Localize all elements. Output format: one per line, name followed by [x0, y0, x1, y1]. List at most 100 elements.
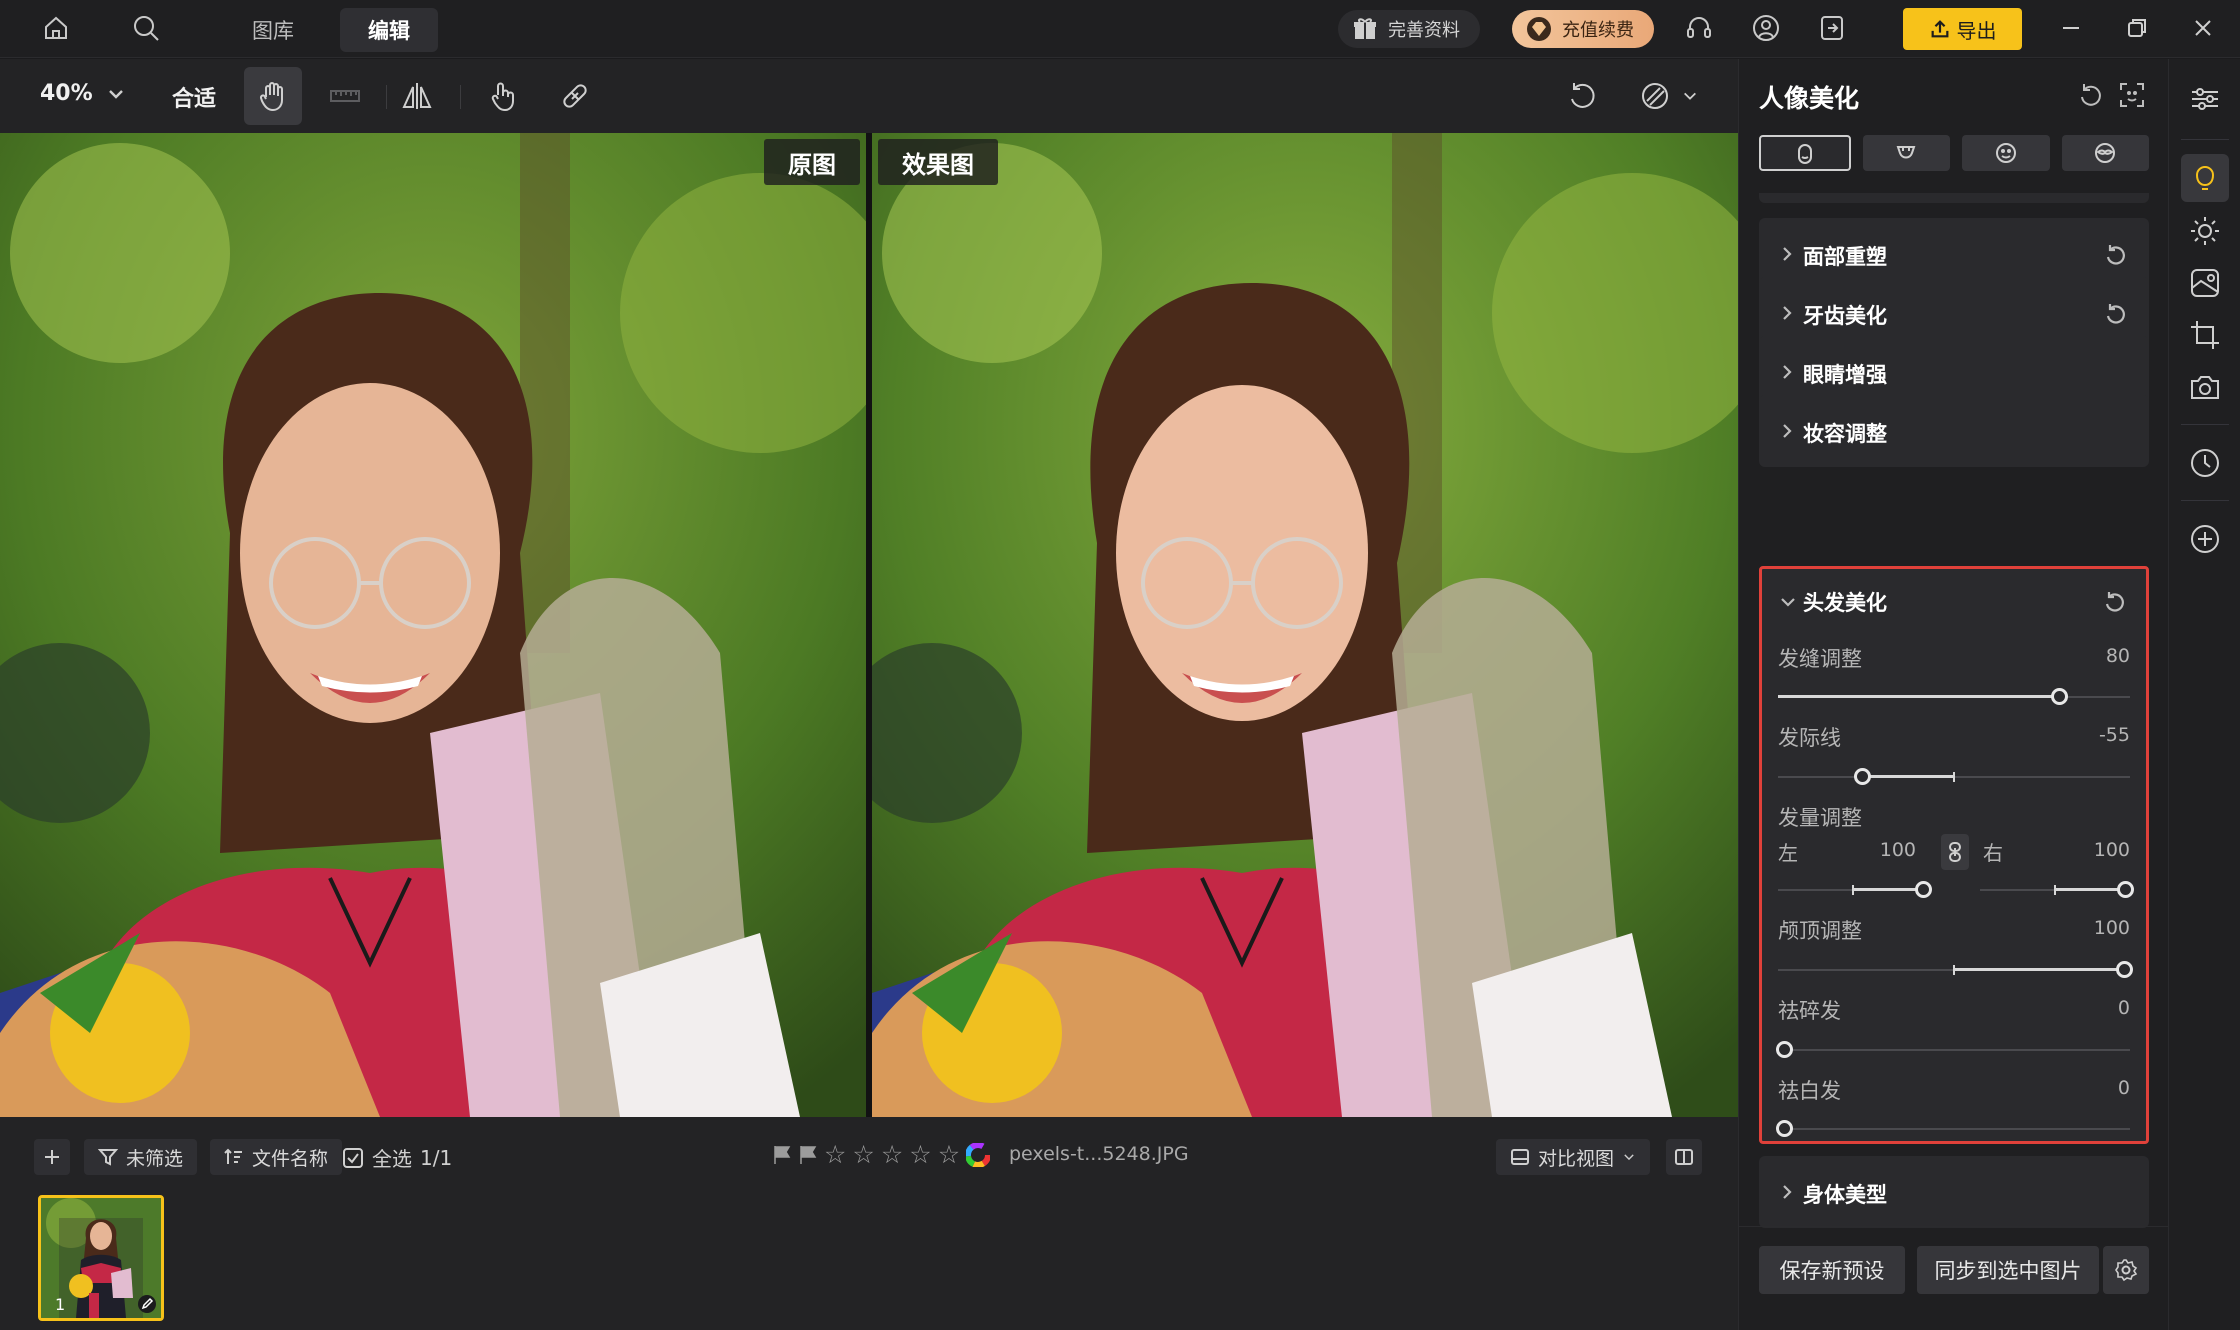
tab-expression[interactable] — [1962, 135, 2050, 171]
light-tool-button[interactable] — [2181, 207, 2229, 255]
flip-tool-button[interactable] — [388, 67, 446, 125]
adjust-panel: 人像美化 面部重塑 牙齿美化 眼睛增强 妆容调整 头发美化 发缝调整 80 发际… — [1738, 59, 2169, 1330]
image-canvas[interactable]: 原图 效果图 — [0, 133, 1738, 1117]
crown-slider-value: 100 — [2093, 917, 2130, 939]
face-detect-icon[interactable] — [2118, 81, 2146, 109]
fit-button[interactable]: 合适 — [172, 81, 216, 113]
slider-center-tick — [1953, 965, 1955, 975]
add-tool-button[interactable] — [2181, 515, 2229, 563]
home-icon[interactable] — [36, 8, 76, 48]
camera-tool-button[interactable] — [2181, 363, 2229, 411]
complete-profile-label: 完善资料 — [1388, 20, 1460, 41]
chevron-down-icon — [108, 89, 123, 99]
sort-button[interactable]: 文件名称 — [210, 1139, 343, 1175]
reset-icon[interactable] — [2103, 242, 2129, 268]
reset-icon[interactable] — [2103, 301, 2129, 327]
slider-knob[interactable] — [1854, 768, 1871, 785]
star-icon[interactable]: ☆ — [881, 1142, 903, 1167]
crop-tool-button[interactable] — [2181, 311, 2229, 359]
reset-icon[interactable] — [2102, 589, 2128, 615]
slider-knob[interactable] — [2117, 881, 2134, 898]
section-makeup[interactable]: 妆容调整 — [1759, 395, 2149, 467]
restore-icon[interactable] — [2117, 8, 2157, 48]
slider-fill — [1858, 775, 1954, 778]
volume-right-slider[interactable] — [1980, 881, 2134, 898]
add-photo-button[interactable] — [34, 1139, 70, 1175]
slider-center-tick — [2054, 885, 2056, 895]
slider-center-tick — [1953, 772, 1955, 782]
user-account-icon[interactable] — [1746, 8, 1786, 48]
ruler-tool-button[interactable] — [316, 67, 374, 125]
hand-tool-button[interactable] — [244, 67, 302, 125]
portrait-tool-button[interactable] — [2181, 154, 2229, 202]
adjust-sliders-button[interactable] — [2181, 75, 2229, 123]
result-photo[interactable]: 效果图 — [872, 133, 1738, 1117]
export-label: 导出 — [1956, 18, 1997, 43]
history-button[interactable] — [2181, 439, 2229, 487]
section-body-shape[interactable]: 身体美型 — [1759, 1156, 2149, 1228]
split-view-button[interactable] — [1666, 1139, 1702, 1175]
crop-icon — [2191, 321, 2219, 349]
link-toggle-button[interactable] — [1941, 834, 1969, 870]
hairline-slider[interactable] — [1778, 768, 2130, 785]
slider-knob[interactable] — [1776, 1120, 1793, 1137]
flip-icon — [402, 83, 432, 109]
settings-button[interactable] — [2103, 1246, 2149, 1294]
bandage-tool-button[interactable] — [546, 67, 604, 125]
sync-to-selected-button[interactable]: 同步到选中图片 — [1917, 1246, 2099, 1294]
slider-fill — [2055, 888, 2125, 891]
gray-hair-slider[interactable] — [1776, 1120, 2130, 1137]
camera-icon — [2191, 376, 2219, 399]
original-photo[interactable]: 原图 — [0, 133, 866, 1117]
part-slider[interactable] — [1778, 688, 2130, 705]
close-icon[interactable] — [2183, 8, 2223, 48]
flag-reject-icon[interactable] — [798, 1144, 818, 1166]
export-button[interactable]: 导出 — [1903, 8, 2022, 50]
chevron-down-icon[interactable] — [1778, 594, 1798, 610]
compare-view-dropdown[interactable]: 对比视图 — [1496, 1139, 1651, 1175]
plus-circle-icon — [2191, 525, 2219, 553]
flyaway-slider-value: 0 — [2117, 997, 2130, 1019]
slider-knob[interactable] — [2051, 688, 2068, 705]
star-icon[interactable]: ☆ — [938, 1142, 960, 1167]
compare-dropdown[interactable] — [1624, 67, 1712, 125]
crown-slider[interactable] — [1778, 961, 2133, 978]
thumbnail[interactable]: 1 — [38, 1195, 164, 1321]
tab-face[interactable] — [1759, 135, 1851, 171]
tab-library[interactable]: 图库 — [224, 8, 322, 52]
color-tool-button[interactable] — [2181, 259, 2229, 307]
volume-left-slider[interactable] — [1778, 881, 1932, 898]
flyaway-slider[interactable] — [1776, 1041, 2130, 1058]
slider-knob[interactable] — [2116, 961, 2133, 978]
undo-button[interactable] — [1553, 67, 1611, 125]
tab-makeup[interactable] — [2061, 135, 2149, 171]
import-icon[interactable] — [1812, 8, 1852, 48]
hand-icon — [259, 82, 283, 112]
slider-center-tick — [1852, 885, 1854, 895]
complete-profile-button[interactable]: 完善资料 — [1338, 10, 1480, 48]
rating-bar: ☆ ☆ ☆ ☆ ☆ — [772, 1142, 991, 1167]
tab-body[interactable] — [1862, 135, 1950, 171]
slider-knob[interactable] — [1915, 881, 1932, 898]
tab-edit[interactable]: 编辑 — [340, 8, 438, 52]
select-all-checkbox[interactable]: 全选 1/1 — [342, 1143, 452, 1172]
filter-button[interactable]: 未筛选 — [84, 1139, 198, 1175]
edited-badge-icon — [138, 1295, 156, 1313]
filter-icon — [98, 1149, 118, 1166]
reset-all-icon[interactable] — [2077, 81, 2105, 109]
star-icon[interactable]: ☆ — [824, 1142, 846, 1167]
save-preset-button[interactable]: 保存新预设 — [1759, 1246, 1905, 1294]
flag-pick-icon[interactable] — [772, 1144, 792, 1166]
face-icon — [1797, 144, 1812, 164]
clock-icon — [2191, 449, 2219, 477]
slider-knob[interactable] — [1776, 1041, 1793, 1058]
star-icon[interactable]: ☆ — [909, 1142, 931, 1167]
star-icon[interactable]: ☆ — [852, 1142, 874, 1167]
recharge-button[interactable]: 充值续费 — [1512, 10, 1654, 48]
touch-tool-button[interactable] — [474, 67, 532, 125]
zoom-dropdown[interactable]: 40% — [40, 81, 125, 106]
search-icon[interactable] — [126, 8, 166, 48]
color-label-icon[interactable] — [966, 1143, 991, 1167]
minimize-icon[interactable] — [2051, 8, 2091, 48]
support-headset-icon[interactable] — [1679, 8, 1719, 48]
